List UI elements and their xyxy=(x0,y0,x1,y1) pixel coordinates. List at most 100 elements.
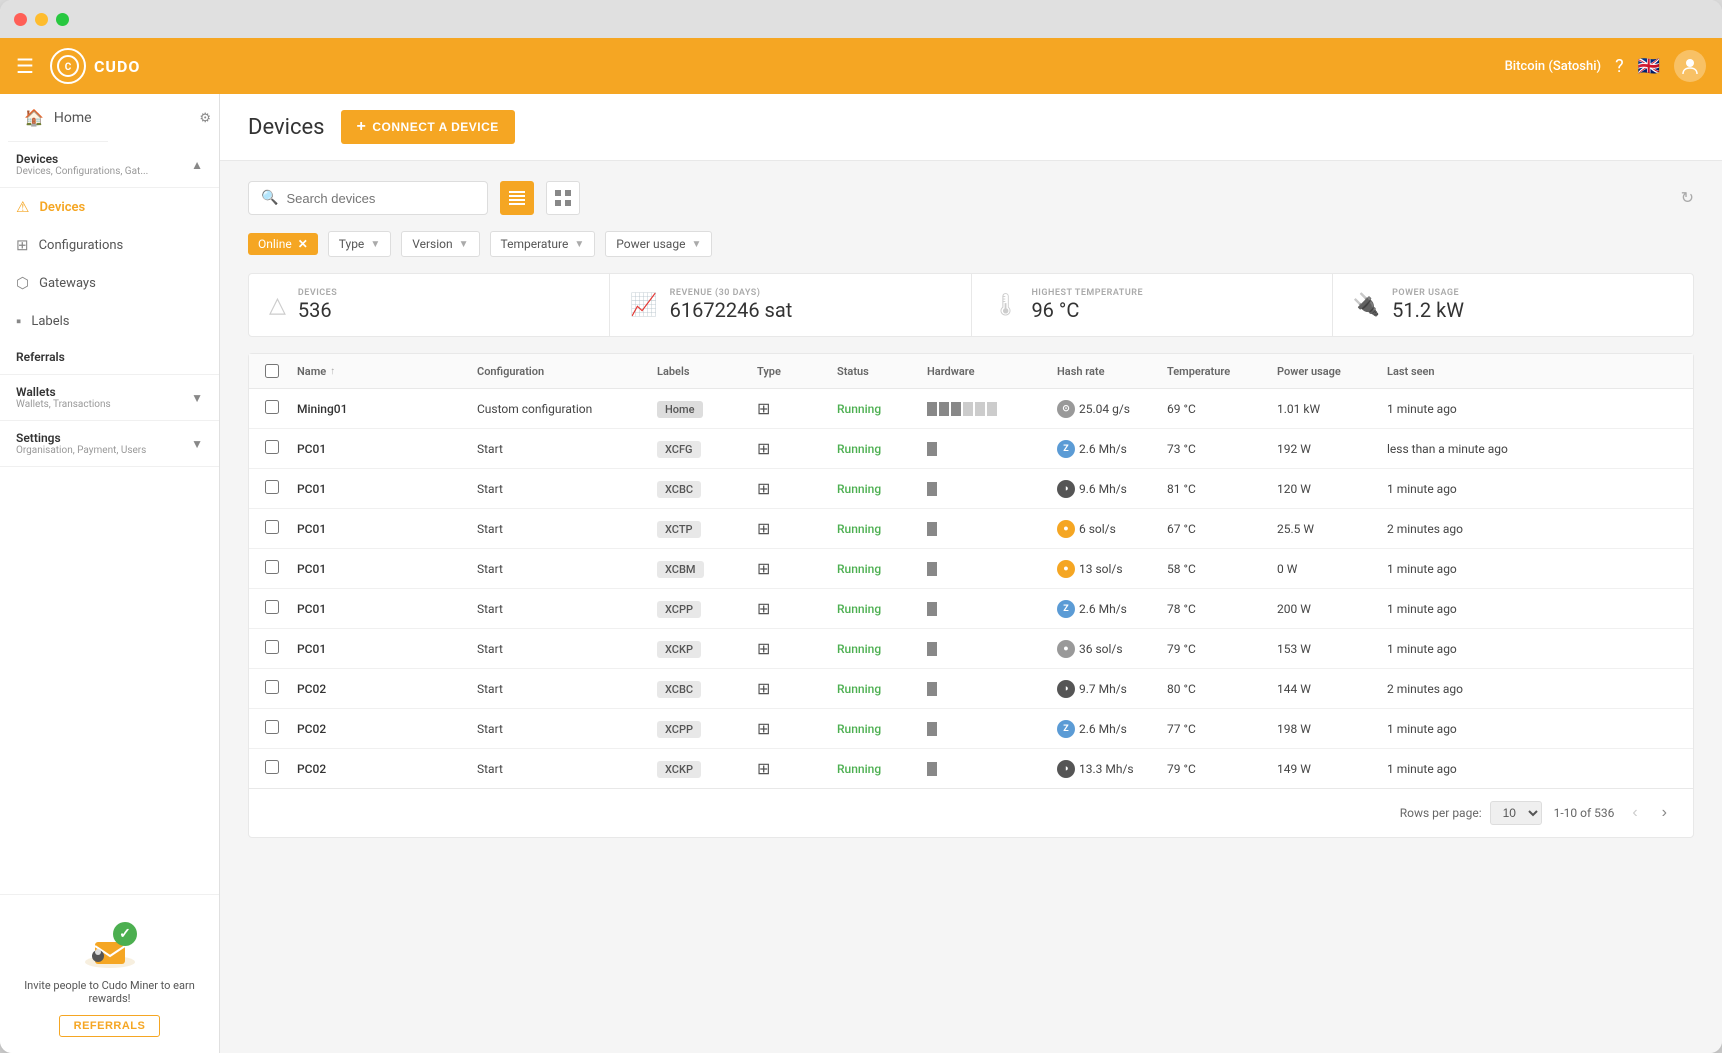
maximize-button[interactable] xyxy=(56,13,69,26)
power-usage-filter-dropdown[interactable]: Power usage ▼ xyxy=(605,231,712,257)
row-checkbox[interactable] xyxy=(265,440,279,454)
online-filter-remove[interactable]: ✕ xyxy=(298,237,308,251)
th-type[interactable]: Type xyxy=(757,365,837,378)
help-icon[interactable]: ? xyxy=(1615,56,1624,77)
settings-group-subtitle: Organisation, Payment, Users xyxy=(16,445,146,456)
row-checkbox[interactable] xyxy=(265,520,279,534)
td-hashrate: Z 2.6 Mh/s xyxy=(1057,600,1167,618)
th-labels[interactable]: Labels xyxy=(657,365,757,378)
td-lastseen: 2 minutes ago xyxy=(1387,682,1537,696)
logo-circle: C xyxy=(50,48,86,84)
row-checkbox[interactable] xyxy=(265,760,279,774)
th-power-label: Power usage xyxy=(1277,365,1341,378)
type-filter-arrow: ▼ xyxy=(370,239,380,250)
td-hardware xyxy=(927,522,1057,536)
th-temperature[interactable]: Temperature xyxy=(1167,365,1277,378)
type-filter-dropdown[interactable]: Type ▼ xyxy=(328,231,391,257)
settings-gear-icon[interactable]: ⚙ xyxy=(199,111,211,126)
th-power[interactable]: Power usage xyxy=(1277,365,1387,378)
th-name[interactable]: Name ↑ xyxy=(297,365,477,378)
temperature-filter-dropdown[interactable]: Temperature ▼ xyxy=(490,231,596,257)
hw-bar xyxy=(927,482,937,496)
connect-device-button[interactable]: + CONNECT A DEVICE xyxy=(341,110,515,144)
row-checkbox[interactable] xyxy=(265,640,279,654)
name-sort-icon: ↑ xyxy=(330,366,335,377)
version-filter-dropdown[interactable]: Version ▼ xyxy=(401,231,479,257)
hardware-bars xyxy=(927,482,1057,496)
th-hardware[interactable]: Hardware xyxy=(927,365,1057,378)
table-row: PC01 Start XCPP ⊞ Running Z 2.6 Mh/s 78 … xyxy=(249,589,1693,629)
labels-icon: ▪ xyxy=(16,312,21,330)
search-input[interactable] xyxy=(286,191,475,206)
row-checkbox[interactable] xyxy=(265,480,279,494)
td-type: ⊞ xyxy=(757,759,837,778)
sidebar-item-devices[interactable]: ⚠ Devices xyxy=(0,188,219,226)
hash-rate-value: 6 sol/s xyxy=(1079,522,1116,536)
close-button[interactable] xyxy=(14,13,27,26)
grid-view-button[interactable] xyxy=(546,181,580,215)
stats-row: △ DEVICES 536 📈 REVENUE (30 DAYS) 616722… xyxy=(248,273,1694,337)
td-hardware xyxy=(927,442,1057,456)
hardware-bars xyxy=(927,562,1057,576)
hash-icon: ● xyxy=(1057,640,1075,658)
td-temp: 80 °C xyxy=(1167,682,1277,696)
row-checkbox[interactable] xyxy=(265,720,279,734)
td-status: Running xyxy=(837,562,927,576)
hash-rate-value: 13 sol/s xyxy=(1079,562,1123,576)
th-status-label: Status xyxy=(837,365,869,378)
sidebar-item-labels[interactable]: ▪ Labels xyxy=(0,302,219,340)
os-icon: ⊞ xyxy=(757,639,770,658)
hamburger-icon[interactable]: ☰ xyxy=(16,54,34,78)
row-checkbox[interactable] xyxy=(265,600,279,614)
sidebar-item-gateways[interactable]: ⬡ Gateways xyxy=(0,264,219,302)
sidebar-item-configurations[interactable]: ⊞ Configurations xyxy=(0,226,219,264)
td-type: ⊞ xyxy=(757,439,837,458)
prev-page-button[interactable]: ‹ xyxy=(1626,802,1643,824)
referrals-group[interactable]: Referrals xyxy=(0,340,219,375)
th-status[interactable]: Status xyxy=(837,365,927,378)
next-page-button[interactable]: › xyxy=(1656,802,1673,824)
sidebar-home[interactable]: 🏠 Home xyxy=(8,94,108,142)
devices-group-title: Devices xyxy=(16,152,148,166)
td-temp: 78 °C xyxy=(1167,602,1277,616)
temperature-filter-label: Temperature xyxy=(501,237,569,251)
select-all-checkbox[interactable] xyxy=(265,364,279,378)
td-label: Home xyxy=(657,402,757,416)
devices-chevron-icon: ▲ xyxy=(191,158,203,172)
rows-per-page-select[interactable]: 10 25 50 xyxy=(1490,801,1542,825)
td-checkbox xyxy=(265,400,297,417)
td-config: Start xyxy=(477,642,657,656)
home-icon: 🏠 xyxy=(24,108,44,127)
td-lastseen: 1 minute ago xyxy=(1387,762,1537,776)
refresh-button[interactable]: ↻ xyxy=(1681,188,1694,208)
td-temp: 58 °C xyxy=(1167,562,1277,576)
td-hardware xyxy=(927,602,1057,616)
td-status: Running xyxy=(837,602,927,616)
devices-group-header[interactable]: Devices Devices, Configurations, Gat... … xyxy=(0,142,219,188)
td-hardware xyxy=(927,482,1057,496)
hw-bar xyxy=(927,442,937,456)
hash-icon: ⊙ xyxy=(1057,400,1075,418)
td-temp: 79 °C xyxy=(1167,642,1277,656)
temperature-stat-label: HIGHEST TEMPERATURE xyxy=(1031,288,1143,298)
td-lastseen: 1 minute ago xyxy=(1387,642,1537,656)
wallets-group[interactable]: Wallets Wallets, Transactions ▼ xyxy=(0,375,219,421)
language-flag[interactable]: 🇬🇧 xyxy=(1638,56,1660,77)
referrals-button[interactable]: REFERRALS xyxy=(59,1015,161,1037)
connect-device-label: CONNECT A DEVICE xyxy=(372,120,498,134)
th-hashrate[interactable]: Hash rate xyxy=(1057,365,1167,378)
list-view-button[interactable] xyxy=(500,181,534,215)
th-configuration[interactable]: Configuration xyxy=(477,365,657,378)
settings-group[interactable]: Settings Organisation, Payment, Users ▼ xyxy=(0,421,219,467)
row-checkbox[interactable] xyxy=(265,680,279,694)
row-checkbox[interactable] xyxy=(265,400,279,414)
os-icon: ⊞ xyxy=(757,479,770,498)
minimize-button[interactable] xyxy=(35,13,48,26)
table-header: Name ↑ Configuration Labels Type xyxy=(249,354,1693,389)
td-label: XCBC xyxy=(657,482,757,496)
page-title: Devices xyxy=(248,115,325,140)
referrals-label: Referrals xyxy=(16,350,65,364)
th-lastseen[interactable]: Last seen xyxy=(1387,365,1537,378)
user-avatar[interactable] xyxy=(1674,50,1706,82)
row-checkbox[interactable] xyxy=(265,560,279,574)
